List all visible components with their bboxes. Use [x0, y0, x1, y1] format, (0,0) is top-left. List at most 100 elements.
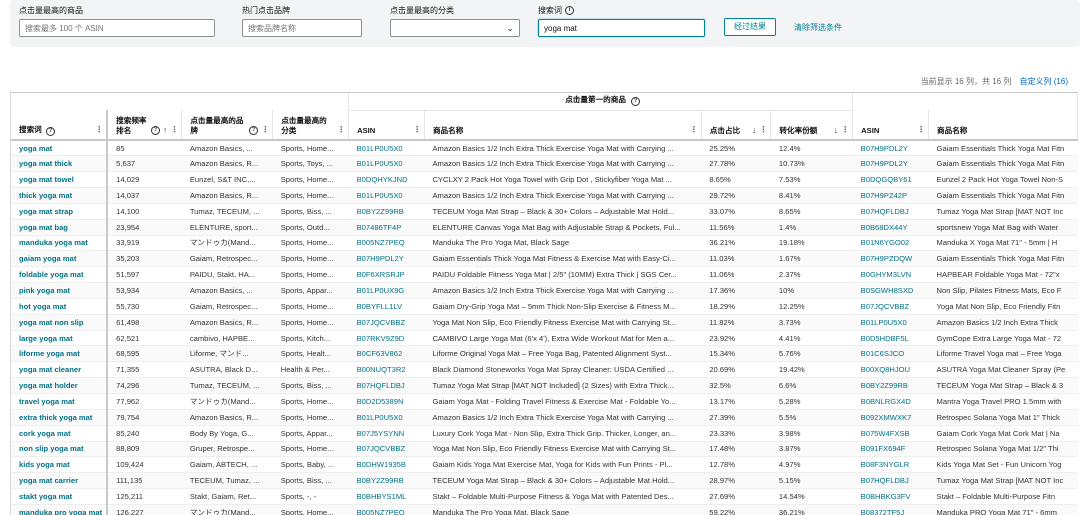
column-menu-icon[interactable]: ⋮ — [917, 125, 925, 135]
sort-descending-icon[interactable]: ↓ — [834, 125, 839, 135]
asin-link[interactable]: B005NZ7PEQ — [348, 504, 425, 515]
col-header-search-term[interactable]: 搜索词 ? ⋮ — [11, 110, 109, 141]
asin-link[interactable]: B0B68DX44Y — [852, 219, 929, 236]
asin-link[interactable]: B0SGWH8SXD — [852, 282, 929, 299]
search-term-link[interactable]: liforme yoga mat — [11, 345, 109, 363]
asin-link[interactable]: B0GHYM3LVN — [852, 266, 929, 284]
asin-link[interactable]: B0BY2Z99RB — [348, 203, 425, 220]
asin-link[interactable]: B0BY2Z99RB — [348, 472, 425, 490]
asin-link[interactable]: B091FX694F — [852, 441, 929, 458]
col-header-conversion-share[interactable]: 转化率份额 ↓ ⋮ — [770, 110, 854, 141]
info-icon[interactable]: ? — [631, 96, 641, 106]
col-header-product-name[interactable]: 商品名称 ⋮ — [424, 110, 702, 141]
asin-link[interactable]: B07JQCVBBZ — [348, 441, 425, 458]
asin-link[interactable]: B08372TF5J — [852, 504, 929, 515]
search-term-link[interactable]: gaiam yoga mat — [11, 250, 109, 268]
asin-link[interactable]: B01LP0U5X0 — [852, 314, 929, 331]
column-menu-icon[interactable]: ⋮ — [413, 125, 421, 135]
asin-link[interactable]: B08F3NYGLR — [852, 456, 929, 474]
asin-link[interactable]: B092XMWXK7 — [852, 409, 929, 426]
asin-link[interactable]: B07H9PDL2Y — [852, 155, 929, 173]
custom-columns-link[interactable]: 自定义列 (16) — [1020, 77, 1068, 86]
search-term-input[interactable] — [538, 19, 705, 37]
search-term-link[interactable]: cork yoga mat — [11, 425, 109, 442]
asin-link[interactable]: B01LP0U5X0 — [348, 187, 425, 204]
info-icon[interactable]: ? — [150, 125, 160, 135]
col-header-asin-2[interactable]: ASIN ⋮ — [852, 110, 930, 141]
column-menu-icon[interactable]: ⋮ — [261, 125, 269, 135]
asin-link[interactable]: B005NZ7PEQ — [348, 235, 425, 252]
search-term-link[interactable]: yoga mat — [11, 140, 109, 157]
search-term-link[interactable]: yoga mat holder — [11, 377, 109, 394]
col-header-category[interactable]: 点击量最高的分类 ⋮ — [272, 110, 350, 141]
asin-link[interactable]: B07H9PDL2Y — [852, 140, 929, 157]
column-menu-icon[interactable]: ⋮ — [759, 125, 767, 135]
asin-link[interactable]: B01LP0U5X0 — [348, 409, 425, 426]
search-term-link[interactable]: foldable yoga mat — [11, 266, 109, 284]
column-menu-icon[interactable]: ⋮ — [690, 125, 698, 135]
search-term-link[interactable]: yoga mat strap — [11, 203, 109, 220]
asin-link[interactable]: B07HQFLDBJ — [852, 203, 929, 220]
col-header-click-share[interactable]: 点击占比 ↓ ⋮ — [701, 110, 772, 141]
col-header-rank[interactable]: 搜索频率排名 ? ↑ ⋮ — [107, 110, 183, 141]
search-term-link[interactable]: large yoga mat — [11, 330, 109, 347]
info-icon[interactable]: i — [565, 6, 574, 15]
search-term-link[interactable]: manduka yoga mat — [11, 235, 109, 252]
asin-link[interactable]: B0BY2Z99RB — [852, 377, 929, 394]
asin-link[interactable]: B07JQCVBBZ — [348, 314, 425, 331]
search-term-link[interactable]: thick yoga mat — [11, 187, 109, 204]
search-term-link[interactable]: yoga mat towel — [11, 171, 109, 189]
col-header-brand[interactable]: 点击量最高的品牌 ? ⋮ — [181, 110, 274, 141]
search-term-link[interactable]: extra thick yoga mat — [11, 409, 109, 426]
col-header-product-name-2[interactable]: 商品名称 — [928, 110, 1078, 141]
asin-link[interactable]: B0F6XRSRJP — [348, 266, 425, 284]
asin-link[interactable]: B07H9PDL2Y — [348, 250, 425, 268]
column-menu-icon[interactable]: ⋮ — [841, 125, 849, 135]
asin-link[interactable]: B0DQGQBY61 — [852, 171, 929, 189]
asin-link[interactable]: B0DQHYKJND — [348, 171, 425, 189]
search-term-link[interactable]: pink yoga mat — [11, 282, 109, 299]
asin-link[interactable]: B07RKV9Z9D — [348, 330, 425, 347]
asin-link[interactable]: B07HQFLDBJ — [852, 472, 929, 490]
asin-link[interactable]: B0BYFLL1LV — [348, 298, 425, 315]
asin-link[interactable]: B07H9PZ42P — [852, 187, 929, 204]
asin-link[interactable]: B01LP0UX9G — [348, 282, 425, 299]
asin-link[interactable]: B01N6YGO02 — [852, 235, 929, 252]
info-icon[interactable]: ? — [249, 125, 259, 135]
search-term-link[interactable]: travel yoga mat — [11, 393, 109, 410]
sort-ascending-icon[interactable]: ↑ — [163, 125, 168, 135]
asin-link[interactable]: B0D2D5389N — [348, 393, 425, 410]
asin-link[interactable]: B01C6SJCO — [852, 345, 929, 363]
asin-link[interactable]: B0BHBYS1ML — [348, 488, 425, 505]
asin-link[interactable]: B07HQFLDBJ — [348, 377, 425, 394]
asin-link[interactable]: B01LP0U5X0 — [348, 140, 425, 157]
asin-link[interactable]: B00NUQT3R2 — [348, 361, 425, 379]
asin-link[interactable]: B01LP0U5X0 — [348, 155, 425, 173]
column-menu-icon[interactable]: ⋮ — [337, 125, 345, 135]
column-menu-icon[interactable]: ⋮ — [170, 125, 178, 135]
search-term-link[interactable]: yoga mat non slip — [11, 314, 109, 331]
asin-link[interactable]: B075W4FXSB — [852, 425, 929, 442]
sort-descending-icon[interactable]: ↓ — [752, 125, 757, 135]
search-term-link[interactable]: hot yoga mat — [11, 298, 109, 315]
clear-filters-link[interactable]: 清除筛选条件 — [794, 22, 842, 33]
asin-link[interactable]: B0BNLRGX4D — [852, 393, 929, 410]
search-term-link[interactable]: yoga mat thick — [11, 155, 109, 173]
col-header-asin[interactable]: ASIN ⋮ — [348, 110, 425, 141]
asin-link[interactable]: B0BHBKG3FV — [852, 488, 929, 505]
search-term-link[interactable]: kids yoga mat — [11, 456, 109, 474]
asin-link[interactable]: B07JQCVBBZ — [852, 298, 929, 315]
search-term-link[interactable]: yoga mat carrier — [11, 472, 109, 490]
asin-link[interactable]: B07H9PZDQW — [852, 250, 929, 268]
brand-search-input[interactable] — [242, 19, 362, 37]
search-term-link[interactable]: non slip yoga mat — [11, 441, 109, 458]
info-icon[interactable]: ? — [45, 127, 55, 136]
asin-link[interactable]: B00XQ8HJOU — [852, 361, 929, 379]
search-term-link[interactable]: yoga mat cleaner — [11, 361, 109, 379]
search-term-link[interactable]: yoga mat bag — [11, 219, 109, 236]
column-menu-icon[interactable]: ⋮ — [95, 125, 103, 135]
asin-link[interactable]: B07486TF4P — [348, 219, 425, 236]
asin-search-input[interactable] — [19, 19, 215, 37]
category-select[interactable]: ⌄ — [390, 19, 520, 37]
asin-link[interactable]: B0CF63V862 — [348, 345, 425, 363]
